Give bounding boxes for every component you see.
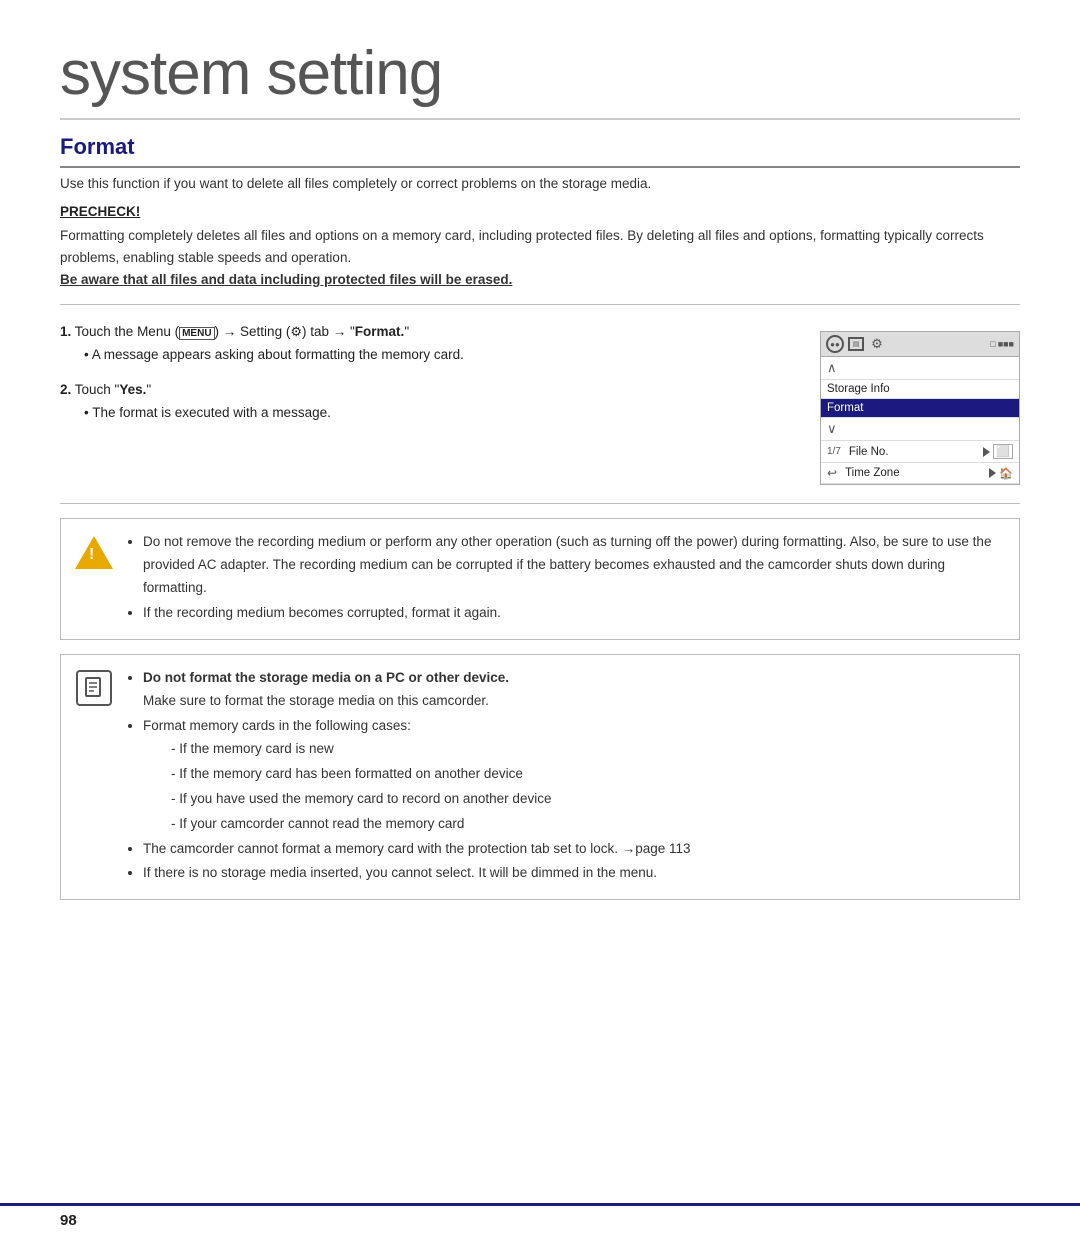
- warning-icon: [75, 533, 113, 571]
- note-subitem-3: If you have used the memory card to reco…: [171, 788, 1005, 811]
- warning-bullet-1: Do not remove the recording medium or pe…: [143, 531, 1005, 600]
- down-arrow-icon: ∨: [827, 421, 843, 437]
- file-no-counter: 1/7: [827, 446, 841, 457]
- camera-icon-battery: □■■■: [990, 339, 1014, 349]
- note-icon: [75, 669, 113, 707]
- camera-ui-topbar: ●● ▤ ⚙ □■■■: [821, 332, 1019, 357]
- back-icon: ↩: [827, 466, 837, 480]
- time-zone-label: Time Zone: [845, 467, 900, 479]
- step-1-number: 1.: [60, 324, 71, 339]
- precheck-bold-warning: Be aware that all files and data includi…: [60, 272, 512, 287]
- step-2-bullet-1: The format is executed with a message.: [84, 402, 790, 425]
- step-2-number: 2.: [60, 382, 71, 397]
- note-bold-text: Do not format the storage media on a PC …: [143, 670, 509, 685]
- step-1-bullet-1: A message appears asking about formattin…: [84, 344, 790, 367]
- step-2: 2. Touch "Yes." The format is executed w…: [60, 379, 790, 425]
- note-bullet-list: Do not format the storage media on a PC …: [143, 667, 1005, 885]
- note-pencil-icon: [84, 677, 104, 699]
- note-bullet-2: Format memory cards in the following cas…: [143, 715, 1005, 836]
- up-arrow-icon: ∧: [827, 360, 843, 376]
- page-number: 98: [60, 1212, 77, 1229]
- warning-box: Do not remove the recording medium or pe…: [60, 518, 1020, 640]
- file-no-arrows: ⬜: [983, 444, 1013, 459]
- camera-menu-time-zone: ↩ Time Zone 🏠: [821, 463, 1019, 484]
- intro-text: Use this function if you want to delete …: [60, 174, 1020, 194]
- camera-nav-down: ∨: [821, 418, 1019, 441]
- note-box: Do not format the storage media on a PC …: [60, 654, 1020, 900]
- format-label: Format: [827, 402, 863, 414]
- camera-menu-format: Format: [821, 399, 1019, 418]
- page-number-bar: 98: [0, 1203, 1080, 1235]
- camera-ui-screenshot: ●● ▤ ⚙ □■■■ ∧ Storage Info Format ∨: [820, 331, 1020, 485]
- warning-bullet-2: If the recording medium becomes corrupte…: [143, 602, 1005, 625]
- right-arrow-icon: [983, 447, 990, 457]
- page-title: system setting: [60, 40, 1020, 120]
- precheck-body-text: Formatting completely deletes all files …: [60, 228, 984, 265]
- note-subitems: If the memory card is new If the memory …: [171, 738, 1005, 836]
- steps-area: 1. Touch the Menu (MENU) → Setting (⚙) t…: [60, 321, 790, 437]
- step-1-bullets: A message appears asking about formattin…: [84, 344, 790, 367]
- precheck-body: Formatting completely deletes all files …: [60, 225, 1020, 290]
- time-zone-icon: 🏠: [999, 467, 1013, 480]
- storage-info-label: Storage Info: [827, 383, 890, 395]
- right-arrow-icon-2: [989, 468, 996, 478]
- camera-icon-gear: ⚙: [868, 335, 886, 353]
- warning-content: Do not remove the recording medium or pe…: [127, 531, 1005, 627]
- note-subitem-1: If the memory card is new: [171, 738, 1005, 761]
- section-heading: Format: [60, 134, 1020, 168]
- note-bullet-3: The camcorder cannot format a memory car…: [143, 838, 1005, 861]
- camera-menu-storage-info: Storage Info: [821, 380, 1019, 399]
- camera-nav-up: ∧: [821, 357, 1019, 380]
- camera-menu-file-no: 1/7 File No. ⬜: [821, 441, 1019, 463]
- step-2-bullets: The format is executed with a message.: [84, 402, 790, 425]
- file-no-label: File No.: [849, 446, 889, 458]
- step-1: 1. Touch the Menu (MENU) → Setting (⚙) t…: [60, 321, 790, 367]
- note-icon-box: [76, 670, 112, 706]
- camera-icon-square: ▤: [848, 337, 864, 351]
- note-bullet-4: If there is no storage media inserted, y…: [143, 862, 1005, 885]
- precheck-label: PRECHECK!: [60, 204, 1020, 219]
- note-subitem-4: If your camcorder cannot read the memory…: [171, 813, 1005, 836]
- time-zone-arrows: 🏠: [989, 467, 1013, 480]
- warning-triangle-icon: [75, 536, 113, 569]
- file-no-icon: ⬜: [993, 444, 1013, 459]
- note-subitem-2: If the memory card has been formatted on…: [171, 763, 1005, 786]
- warning-bullet-list: Do not remove the recording medium or pe…: [143, 531, 1005, 625]
- note-bullet-1: Do not format the storage media on a PC …: [143, 667, 1005, 713]
- precheck-section: PRECHECK! Formatting completely deletes …: [60, 204, 1020, 305]
- camera-icon-circle: ●●: [826, 335, 844, 353]
- main-content-area: 1. Touch the Menu (MENU) → Setting (⚙) t…: [60, 321, 1020, 504]
- note-content: Do not format the storage media on a PC …: [127, 667, 1005, 887]
